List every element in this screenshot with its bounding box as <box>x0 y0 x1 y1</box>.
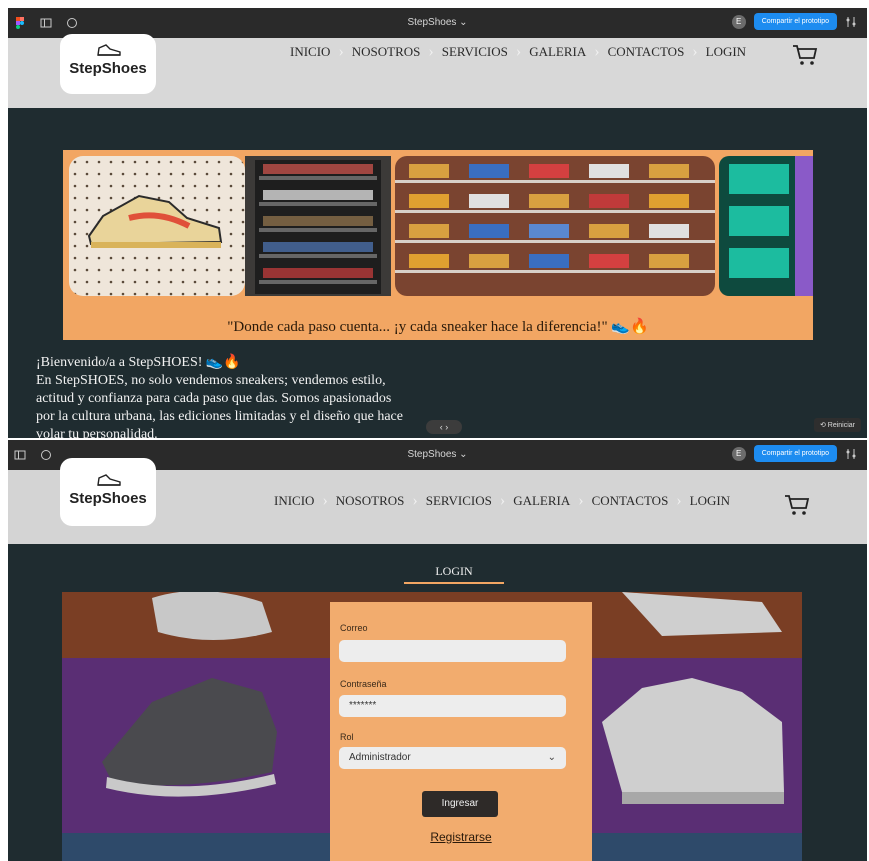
nav-servicios[interactable]: SERVICIOS <box>424 493 494 509</box>
share-prototype-button[interactable]: Compartir el prototipo <box>753 445 837 462</box>
logo[interactable]: StepShoes <box>60 458 156 526</box>
chevron-right-icon: › <box>412 492 418 509</box>
nav-contactos[interactable]: CONTACTOS <box>590 493 671 509</box>
nav-nosotros[interactable]: NOSOTROS <box>350 44 423 60</box>
carousel-nav[interactable]: ‹ › <box>426 420 462 434</box>
nav-inicio[interactable]: INICIO <box>288 44 332 60</box>
share-prototype-button[interactable]: Compartir el prototipo <box>753 13 837 30</box>
chevron-down-icon: ⌄ <box>547 752 556 763</box>
welcome-line: volar tu personalidad. <box>36 427 158 438</box>
role-label: Rol <box>340 732 354 742</box>
screen-home: StepShoes ⌄ E Compartir el prototipo Ste… <box>8 8 867 438</box>
email-label: Correo <box>340 623 368 633</box>
site-navbar: StepShoes INICIO › NOSOTROS › SERVICIOS › G… <box>8 458 867 544</box>
settings-sliders-icon[interactable] <box>845 448 857 460</box>
nav-galeria[interactable]: GALERIA <box>511 493 572 509</box>
chevron-right-icon: › <box>594 43 600 60</box>
hero-photo-collage <box>69 156 813 296</box>
login-heading-underline <box>404 582 504 584</box>
nav-contactos[interactable]: CONTACTOS <box>606 44 687 60</box>
nav-nosotros[interactable]: NOSOTROS <box>334 493 407 509</box>
login-heading: LOGIN <box>435 564 473 578</box>
role-select-value: Administrador <box>349 752 411 763</box>
banner-quote: "Donde cada paso cuenta... ¡y cada sneak… <box>227 319 649 335</box>
user-avatar[interactable]: E <box>731 14 746 29</box>
cart-icon[interactable] <box>792 44 818 66</box>
welcome-line: actitud y confianza para cada paso que d… <box>36 391 392 406</box>
nav-galeria[interactable]: GALERIA <box>527 44 588 60</box>
main-menu: INICIO › NOSOTROS › SERVICIOS › GALERIA › CO… <box>272 492 732 510</box>
nav-login[interactable]: LOGIN <box>704 44 748 60</box>
nav-inicio[interactable]: INICIO <box>272 493 316 509</box>
nav-login[interactable]: LOGIN <box>688 493 732 509</box>
main-menu: INICIO › NOSOTROS › SERVICIOS › GALERIA › CO… <box>288 43 748 61</box>
hero-banner: "Donde cada paso cuenta... ¡y cada sneak… <box>63 150 813 340</box>
reset-button[interactable]: ⟲ Reiniciar <box>813 418 861 432</box>
chevron-right-icon: › <box>499 492 506 509</box>
welcome-line: En StepSHOES, no solo vendemos sneakers;… <box>36 373 386 388</box>
password-label: Contraseña <box>340 679 387 689</box>
logo-text: StepShoes <box>69 60 147 77</box>
chevron-right-icon: › <box>338 43 344 60</box>
welcome-text: ¡Bienvenido/a a StepSHOES! 👟🔥 En StepSHO… <box>36 354 456 438</box>
screen-login: StepShoes ⌄ E Compartir el prototipo Ste… <box>8 440 867 861</box>
chevron-right-icon: › <box>428 43 434 60</box>
shoe-logo-icon <box>97 44 121 56</box>
nav-servicios[interactable]: SERVICIOS <box>440 44 510 60</box>
role-select[interactable]: Administrador ⌄ <box>339 747 566 769</box>
email-field[interactable] <box>339 640 566 662</box>
welcome-line: ¡Bienvenido/a a StepSHOES! 👟🔥 <box>36 355 241 370</box>
chevron-right-icon: › <box>676 492 682 509</box>
user-avatar[interactable]: E <box>731 446 746 461</box>
logo[interactable]: StepShoes <box>60 34 156 94</box>
logo-text: StepShoes <box>69 490 147 507</box>
site-navbar: StepShoes INICIO › NOSOTROS › SERVICIOS › G… <box>8 34 867 108</box>
welcome-line: por la cultura urbana, las ediciones lim… <box>36 409 403 424</box>
chevron-right-icon: › <box>515 43 522 60</box>
password-field[interactable]: ******* <box>339 695 566 717</box>
login-submit-button[interactable]: Ingresar <box>422 791 498 817</box>
cart-icon[interactable] <box>784 494 810 516</box>
chevron-right-icon: › <box>322 492 328 509</box>
shoe-logo-icon <box>97 474 121 486</box>
register-link[interactable]: Registrarse <box>330 830 592 844</box>
login-form: Correo Contraseña ******* Rol Administra… <box>330 602 592 861</box>
settings-sliders-icon[interactable] <box>845 16 857 28</box>
chevron-right-icon: › <box>578 492 584 509</box>
chevron-right-icon: › <box>692 43 698 60</box>
